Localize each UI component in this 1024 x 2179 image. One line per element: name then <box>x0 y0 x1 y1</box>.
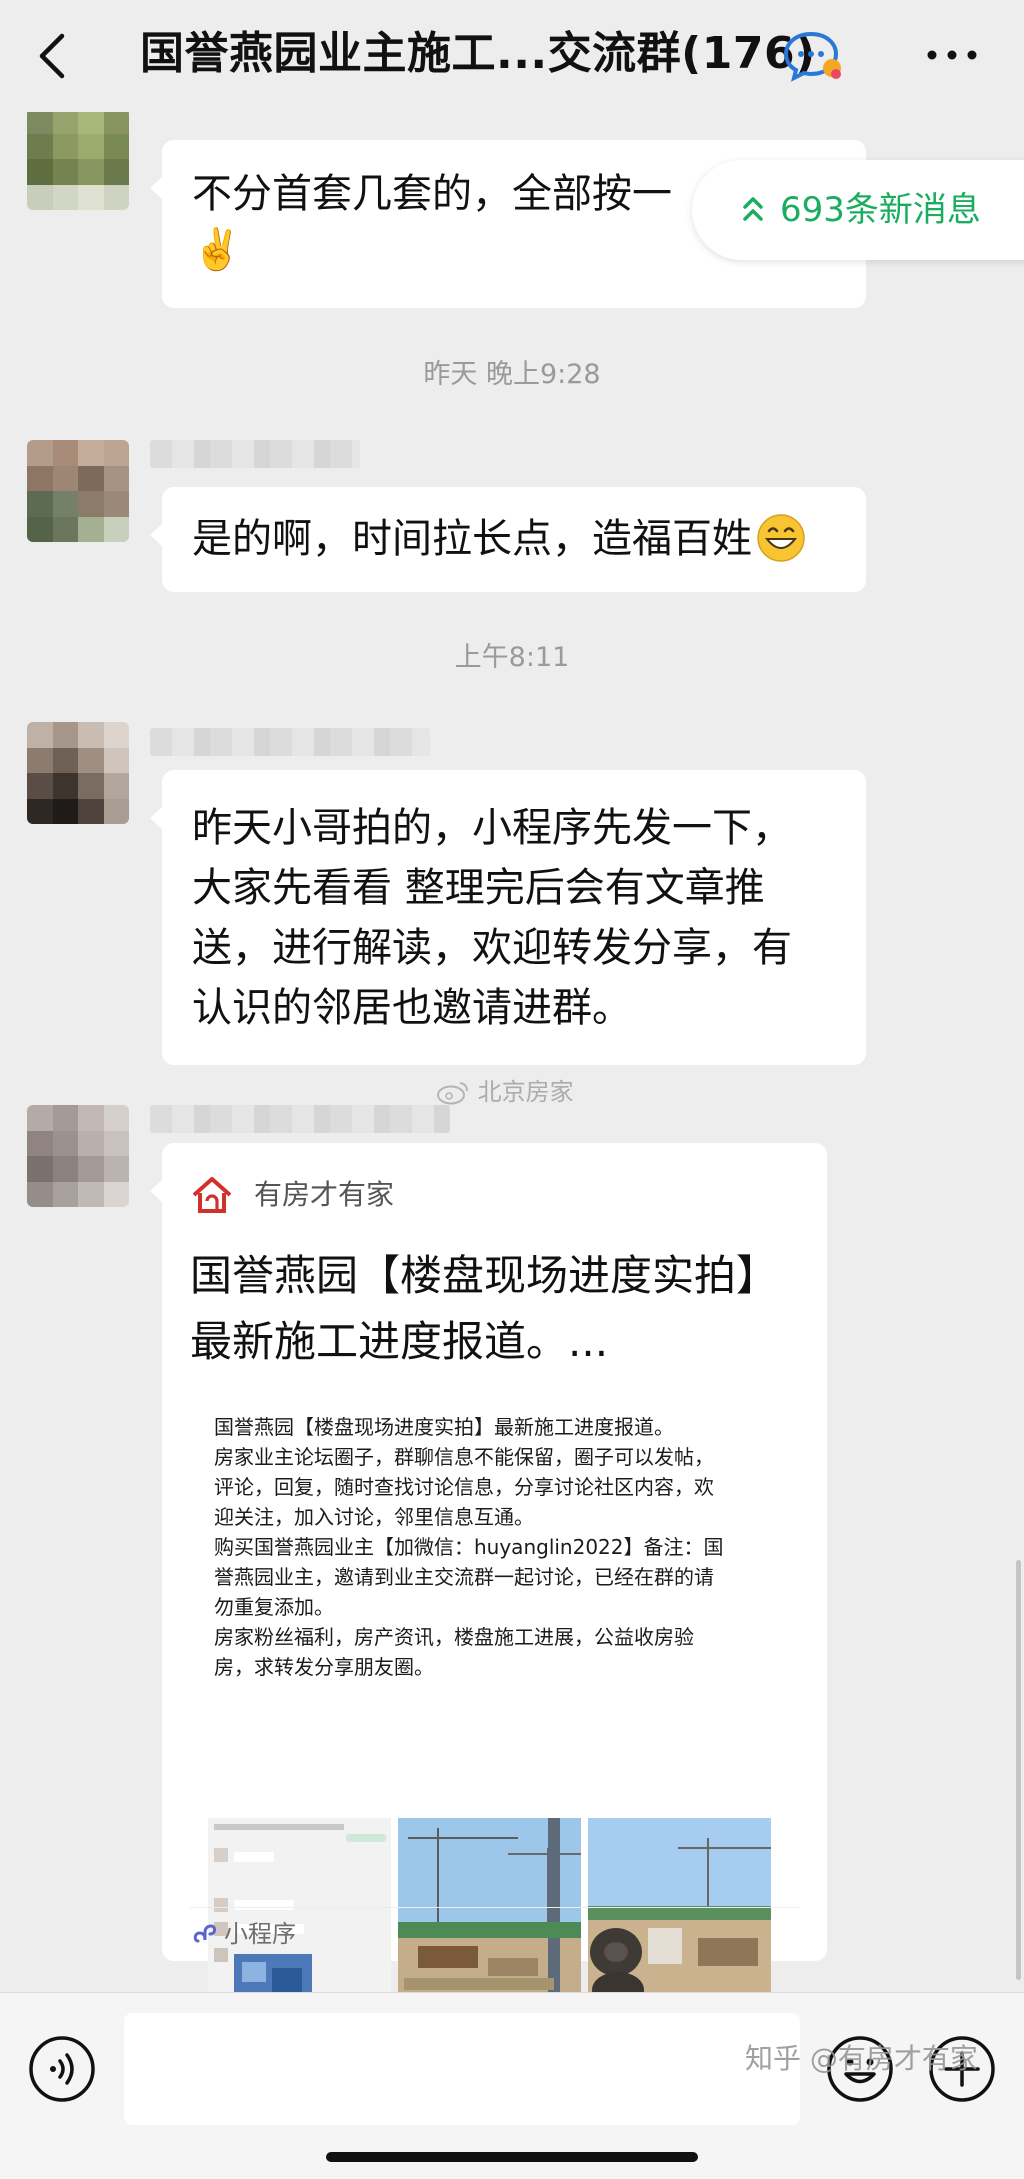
avatar[interactable] <box>27 1105 129 1207</box>
house-logo-icon <box>192 1177 232 1213</box>
avatar[interactable] <box>27 440 129 542</box>
message-text: 是的啊，时间拉长点，造福百姓 <box>192 516 752 562</box>
watermark-mid-text: 北京房家 <box>477 1078 574 1106</box>
message-input[interactable] <box>124 2013 800 2125</box>
mini-program-name: 有房才有家 <box>254 1178 395 1211</box>
message-line: 认识的邻居也邀请进群。 <box>192 985 632 1031</box>
avatar[interactable] <box>27 722 129 824</box>
preview-line: 房，求转发分享朋友圈。 <box>214 1655 434 1679</box>
weibo-icon <box>437 1082 468 1105</box>
card-title-line: 国誉燕园【楼盘现场进度实拍】 <box>190 1251 779 1300</box>
sender-name-blurred <box>150 728 430 756</box>
sender-name-blurred <box>150 1105 450 1133</box>
chat-header: 国誉燕园业主施工...交流群(176) <box>0 0 1024 112</box>
timestamp: 上午8:11 <box>454 642 570 673</box>
timestamp: 昨天 晚上9:28 <box>423 359 601 390</box>
avatar[interactable] <box>27 108 129 210</box>
preview-line: 迎关注，加入讨论，邻里信息互通。 <box>214 1505 534 1529</box>
preview-line: 评论，回复，随时查找讨论信息，分享讨论社区内容，欢 <box>214 1475 714 1499</box>
new-messages-count: 693条新消息 <box>780 190 981 230</box>
watermark-zhihu: 知乎 @有房才有家 <box>745 2042 978 2075</box>
back-arrow-icon[interactable] <box>30 30 74 82</box>
group-assistant-icon <box>783 31 841 82</box>
message-line: 大家先看看 整理完后会有文章推 <box>192 865 765 911</box>
voice-input-icon[interactable] <box>28 2035 96 2103</box>
preview-line: 房家业主论坛圈子，群聊信息不能保留，圈子可以发帖， <box>214 1445 714 1469</box>
mini-program-card[interactable]: 有房才有家 国誉燕园【楼盘现场进度实拍】 最新施工进度报道。... 国誉燕园【楼… <box>150 1143 827 2006</box>
chat-title: 国誉燕园业主施工...交流群(176) <box>140 28 816 79</box>
watermark-weibo: 北京房家 <box>436 1072 574 1107</box>
preview-line: 勿重复添加。 <box>214 1595 334 1619</box>
card-title: 国誉燕园【楼盘现场进度实拍】 最新施工进度报道。... <box>190 1243 800 1375</box>
preview-line: 房家粉丝福利，房产资讯，楼盘施工进展，公益收房验 <box>214 1625 694 1649</box>
new-messages-button[interactable]: 693条新消息 <box>692 160 1024 260</box>
home-indicator[interactable] <box>326 2152 698 2162</box>
scrollbar[interactable] <box>1016 1560 1021 1980</box>
message-bubble[interactable]: 昨天小哥拍的，小程序先发一下， 大家先看看 整理完后会有文章推 送，进行解读，欢… <box>150 770 866 1065</box>
chat-screen: 国誉燕园业主施工...交流群(176) 不分首套几套的，全部按一 ✌️ 693条… <box>0 0 1024 2179</box>
double-chevron-up-icon <box>743 197 763 221</box>
sender-name-blurred <box>150 440 360 468</box>
preview-text: 国誉燕园【楼盘现场进度实拍】最新施工进度报道。 房家业主论坛圈子，群聊信息不能保… <box>214 1412 769 1682</box>
mini-program-icon <box>193 1924 217 1943</box>
preview-line: 誉燕园业主，邀请到业主交流群一起讨论，已经在群的请 <box>214 1565 714 1589</box>
preview-line: 购买国誉燕园业主【加微信：huyanglin2022】备注：国 <box>214 1535 724 1559</box>
grinning-face-emoji <box>757 514 805 562</box>
construction-photo-thumbnail <box>398 1818 581 2006</box>
more-options-icon[interactable] <box>922 40 982 70</box>
message-bubble[interactable]: 是的啊，时间拉长点，造福百姓 <box>150 487 866 592</box>
card-title-line: 最新施工进度报道。... <box>190 1317 609 1366</box>
chat-screenshot-thumbnail <box>208 1818 391 2006</box>
input-bar <box>0 1992 1024 2179</box>
message-line: 送，进行解读，欢迎转发分享，有 <box>192 925 792 971</box>
mini-program-label: 小程序 <box>224 1920 296 1948</box>
preview-line: 国誉燕园【楼盘现场进度实拍】最新施工进度报道。 <box>214 1415 674 1439</box>
card-divider <box>190 1907 799 1908</box>
message-line: 昨天小哥拍的，小程序先发一下， <box>192 805 792 851</box>
rebar-photo-thumbnail <box>588 1818 771 2006</box>
